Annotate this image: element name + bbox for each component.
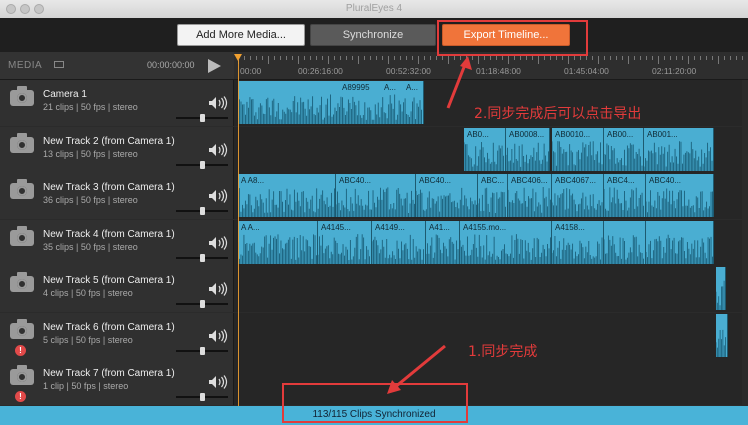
sync-annotation: 1.同步完成 (468, 344, 538, 360)
annotation-arrows (387, 56, 472, 394)
export-annotation: 2.同步完成后可以点击导出 (474, 106, 642, 122)
